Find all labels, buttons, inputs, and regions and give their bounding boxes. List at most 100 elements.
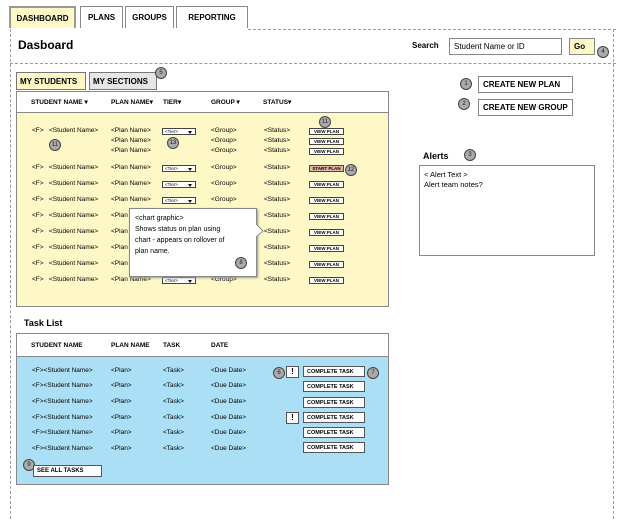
group-name: <Group> bbox=[211, 127, 237, 134]
create-new-group-button[interactable]: CREATE NEW GROUP bbox=[478, 99, 573, 116]
task-name: <Task> bbox=[163, 429, 184, 436]
header-divider bbox=[10, 63, 616, 64]
plan-name[interactable]: <Plan Name> bbox=[111, 276, 151, 283]
task-plan-name: <Plan> bbox=[111, 367, 132, 374]
annotation-badge: 13 bbox=[167, 137, 179, 149]
annotation-badge: 2 bbox=[458, 98, 470, 110]
start-plan-button[interactable]: START PLAN bbox=[309, 165, 344, 172]
view-plan-button[interactable]: VIEW PLAN bbox=[309, 245, 344, 252]
annotation-badge: 11 bbox=[319, 116, 331, 128]
plan-name[interactable]: <Plan Name> bbox=[111, 137, 151, 144]
column-header: PLAN NAME bbox=[111, 342, 150, 349]
student-name: <Student Name> bbox=[49, 127, 99, 134]
complete-task-button[interactable]: COMPLETE TASK bbox=[303, 381, 365, 392]
plan-name[interactable]: <Plan bbox=[111, 212, 128, 219]
tier-select[interactable]: <Tier> bbox=[162, 197, 196, 204]
plan-name[interactable]: <Plan Name> bbox=[111, 164, 151, 171]
view-plan-button[interactable]: VIEW PLAN bbox=[309, 229, 344, 236]
search-label: Search bbox=[412, 41, 439, 50]
tab-label: PLANS bbox=[87, 13, 116, 22]
task-due-date: <Due Date> bbox=[211, 382, 247, 389]
tab-my-students[interactable]: MY STUDENTS bbox=[16, 72, 86, 90]
frame-right-line bbox=[613, 29, 614, 519]
task-list-title: Task List bbox=[24, 318, 63, 328]
tier-select[interactable]: <Tier> bbox=[162, 181, 196, 188]
student-prefix: <F> bbox=[32, 244, 44, 251]
student-name: <Student Name> bbox=[49, 244, 99, 251]
complete-task-button[interactable]: COMPLETE TASK bbox=[303, 427, 365, 438]
task-name: <Task> bbox=[163, 414, 184, 421]
student-name: <Student Name> bbox=[49, 260, 99, 267]
plan-name[interactable]: <Plan bbox=[111, 228, 128, 235]
student-name: <Student Name> bbox=[49, 276, 99, 283]
complete-task-button[interactable]: COMPLETE TASK bbox=[303, 442, 365, 453]
view-plan-button[interactable]: VIEW PLAN bbox=[309, 148, 344, 155]
status-text: <Status> bbox=[264, 196, 291, 203]
task-student-name: <F><Student Name> bbox=[32, 398, 93, 405]
column-header[interactable]: PLAN NAME▾ bbox=[111, 98, 153, 106]
plan-name[interactable]: <Plan bbox=[111, 260, 128, 267]
tab-reporting[interactable]: REPORTING bbox=[176, 6, 248, 28]
view-plan-button[interactable]: VIEW PLAN bbox=[309, 197, 344, 204]
plan-name[interactable]: <Plan Name> bbox=[111, 196, 151, 203]
search-input[interactable]: Student Name or ID bbox=[449, 38, 562, 55]
page-title: Dasboard bbox=[18, 38, 74, 52]
column-header[interactable]: GROUP ▾ bbox=[211, 98, 240, 106]
task-plan-name: <Plan> bbox=[111, 382, 132, 389]
tier-select[interactable]: <Tier> bbox=[162, 128, 196, 135]
plan-name[interactable]: <Plan bbox=[111, 244, 128, 251]
status-text: <Status> bbox=[264, 137, 291, 144]
group-name: <Group> bbox=[211, 164, 237, 171]
task-due-date: <Due Date> bbox=[211, 429, 247, 436]
status-text: <Status> bbox=[264, 260, 291, 267]
student-name: <Student Name> bbox=[49, 196, 99, 203]
tier-select[interactable]: <Tier> bbox=[162, 165, 196, 172]
see-all-tasks-button[interactable]: SEE ALL TASKS bbox=[33, 465, 102, 477]
tab-label: DASHBOARD bbox=[16, 13, 69, 23]
student-name: <Student Name> bbox=[49, 228, 99, 235]
student-prefix: <F> bbox=[32, 276, 44, 283]
plan-name[interactable]: <Plan Name> bbox=[111, 127, 151, 134]
complete-task-button[interactable]: COMPLETE TASK bbox=[303, 397, 365, 408]
column-header[interactable]: TIER▾ bbox=[163, 98, 181, 106]
complete-task-button[interactable]: COMPLETE TASK bbox=[303, 412, 365, 423]
plan-name[interactable]: <Plan Name> bbox=[111, 147, 151, 154]
plan-name[interactable]: <Plan Name> bbox=[111, 180, 151, 187]
status-text: <Status> bbox=[264, 127, 291, 134]
tab-groups[interactable]: GROUPS bbox=[125, 6, 174, 28]
group-name: <Group> bbox=[211, 196, 237, 203]
tab-my-sections[interactable]: MY SECTIONS bbox=[89, 72, 157, 90]
tooltip-pointer bbox=[256, 224, 264, 238]
status-text: <Status> bbox=[264, 147, 291, 154]
view-plan-button[interactable]: VIEW PLAN bbox=[309, 181, 344, 188]
alerts-box: < Alert Text > Alert team notes? bbox=[419, 165, 595, 256]
flag-indicator: ! bbox=[286, 366, 299, 378]
go-button[interactable]: Go bbox=[569, 38, 595, 55]
tier-select[interactable]: <Tier> bbox=[162, 277, 196, 284]
task-name: <Task> bbox=[163, 367, 184, 374]
task-plan-name: <Plan> bbox=[111, 445, 132, 452]
group-name: <Group> bbox=[211, 137, 237, 144]
complete-task-button[interactable]: COMPLETE TASK bbox=[303, 366, 365, 377]
group-name: <Group> bbox=[211, 180, 237, 187]
frame-left-line bbox=[10, 29, 11, 519]
status-text: <Status> bbox=[264, 228, 291, 235]
tab-dashboard[interactable]: DASHBOARD bbox=[9, 6, 76, 28]
tab-plans[interactable]: PLANS bbox=[80, 6, 123, 28]
annotation-badge: 7 bbox=[367, 367, 379, 379]
student-name: <Student Name> bbox=[49, 180, 99, 187]
tooltip-line: Shows status on plan using bbox=[135, 226, 221, 233]
column-header[interactable]: STATUS▾ bbox=[263, 98, 291, 106]
tooltip-line: plan name. bbox=[135, 248, 170, 255]
view-plan-button[interactable]: VIEW PLAN bbox=[309, 128, 344, 135]
task-plan-name: <Plan> bbox=[111, 398, 132, 405]
view-plan-button[interactable]: VIEW PLAN bbox=[309, 213, 344, 220]
task-student-name: <F><Student Name> bbox=[32, 445, 93, 452]
view-plan-button[interactable]: VIEW PLAN bbox=[309, 261, 344, 268]
annotation-badge: 4 bbox=[597, 46, 609, 58]
create-new-plan-button[interactable]: CREATE NEW PLAN bbox=[478, 76, 573, 93]
view-plan-button[interactable]: VIEW PLAN bbox=[309, 277, 344, 284]
column-header[interactable]: STUDENT NAME ▾ bbox=[31, 98, 88, 106]
view-plan-button[interactable]: VIEW PLAN bbox=[309, 138, 344, 145]
frame-top-line bbox=[248, 29, 616, 30]
